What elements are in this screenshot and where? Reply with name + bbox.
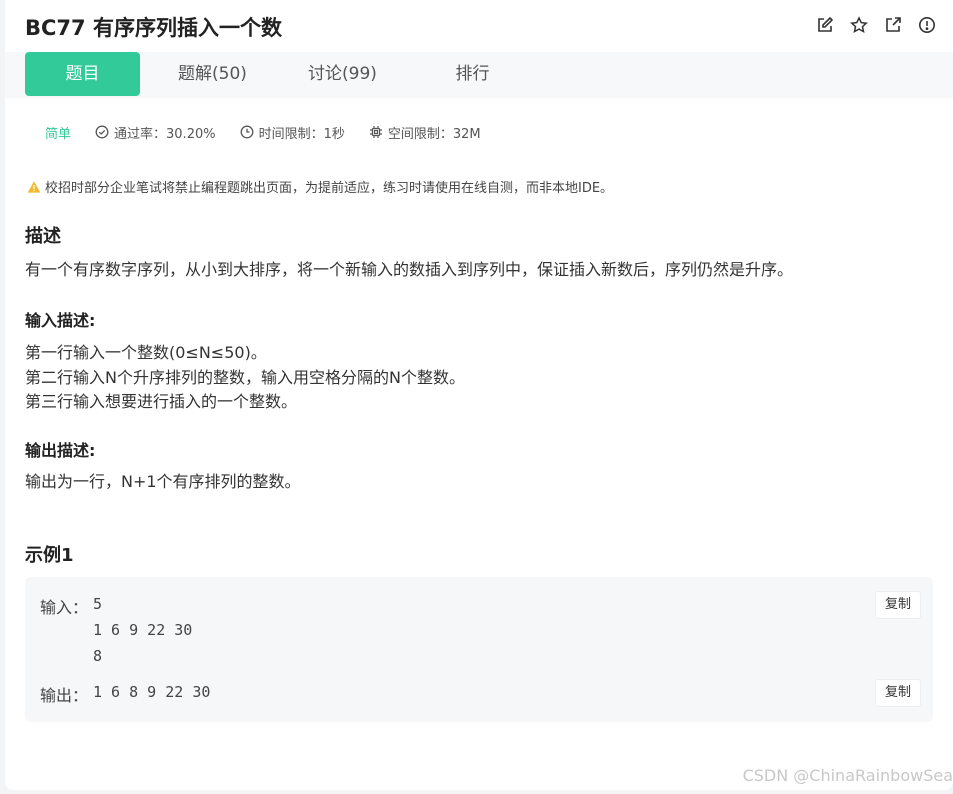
- page-title: BC77 有序序列插入一个数: [25, 16, 282, 40]
- output-desc-heading: 输出描述:: [25, 441, 96, 460]
- tab-bar: 题目 题解(50) 讨论(99) 排行: [5, 52, 953, 98]
- warning-text: 校招时部分企业笔试将禁止编程题跳出页面，为提前适应，练习时请使用在线自测，而非本…: [45, 181, 614, 196]
- pass-rate: 通过率：30.20%: [95, 123, 216, 142]
- input-desc-heading: 输入描述:: [25, 311, 96, 330]
- space-limit: 空间限制：32M: [369, 123, 481, 142]
- time-limit-text: 时间限制：1秒: [258, 126, 345, 142]
- example-input-line-1: 5: [93, 595, 103, 613]
- output-desc-text: 输出为一行，N+1个有序排列的整数。: [25, 472, 301, 491]
- pass-rate-text: 通过率：30.20%: [114, 126, 216, 142]
- problem-header: BC77 有序序列插入一个数: [5, 0, 953, 52]
- space-limit-text: 空间限制：32M: [387, 126, 481, 142]
- example-output-value: 1 6 8 9 22 30: [93, 683, 211, 701]
- edit-icon[interactable]: [815, 15, 835, 35]
- time-limit: 时间限制：1秒: [240, 123, 345, 142]
- tab-ranking[interactable]: 排行: [415, 52, 530, 96]
- input-desc-line-2: 第二行输入N个升序排列的整数，输入用空格分隔的N个整数。: [25, 368, 465, 387]
- description-heading: 描述: [25, 226, 61, 247]
- tab-solutions[interactable]: 题解(50): [155, 52, 270, 96]
- star-icon[interactable]: [849, 15, 869, 35]
- input-desc-line-3: 第三行输入想要进行插入的一个整数。: [25, 392, 298, 411]
- difficulty-badge: 简单: [45, 126, 72, 142]
- example-box: 输入： 5 1 6 9 22 30 8 复制 输出： 1 6 8 9 22 30…: [25, 577, 933, 722]
- example-heading: 示例1: [25, 545, 74, 566]
- input-desc-line-1: 第一行输入一个整数(0≤N≤50)。: [25, 343, 267, 362]
- share-icon[interactable]: [883, 15, 903, 35]
- example-input-line-2: 1 6 9 22 30: [93, 621, 193, 639]
- header-actions: [815, 15, 937, 35]
- example-input-label: 输入：: [40, 598, 89, 617]
- copy-output-button[interactable]: 复制: [875, 679, 921, 707]
- copy-input-button[interactable]: 复制: [875, 591, 921, 619]
- tab-problem[interactable]: 题目: [25, 52, 140, 96]
- tab-discussion[interactable]: 讨论(99): [285, 52, 400, 96]
- chip-icon: [369, 126, 382, 138]
- watermark: CSDN @ChinaRainbowSea: [742, 766, 953, 785]
- report-icon[interactable]: [917, 15, 937, 35]
- description-text: 有一个有序数字序列，从小到大排序，将一个新输入的数插入到序列中，保证插入新数后，…: [25, 260, 794, 279]
- check-circle-icon: [95, 125, 109, 139]
- warning-icon: [27, 180, 41, 193]
- example-input-line-3: 8: [93, 647, 103, 665]
- clock-icon: [240, 125, 254, 139]
- problem-page: BC77 有序序列插入一个数 题目 题解(50) 讨论(99) 排行 简单 通过…: [5, 0, 953, 790]
- warning-notice: 校招时部分企业笔试将禁止编程题跳出页面，为提前适应，练习时请使用在线自测，而非本…: [27, 177, 613, 196]
- example-output-label: 输出：: [40, 686, 89, 705]
- problem-meta: 简单 通过率：30.20% 时间限制：1秒 空间限制：32M: [45, 122, 505, 142]
